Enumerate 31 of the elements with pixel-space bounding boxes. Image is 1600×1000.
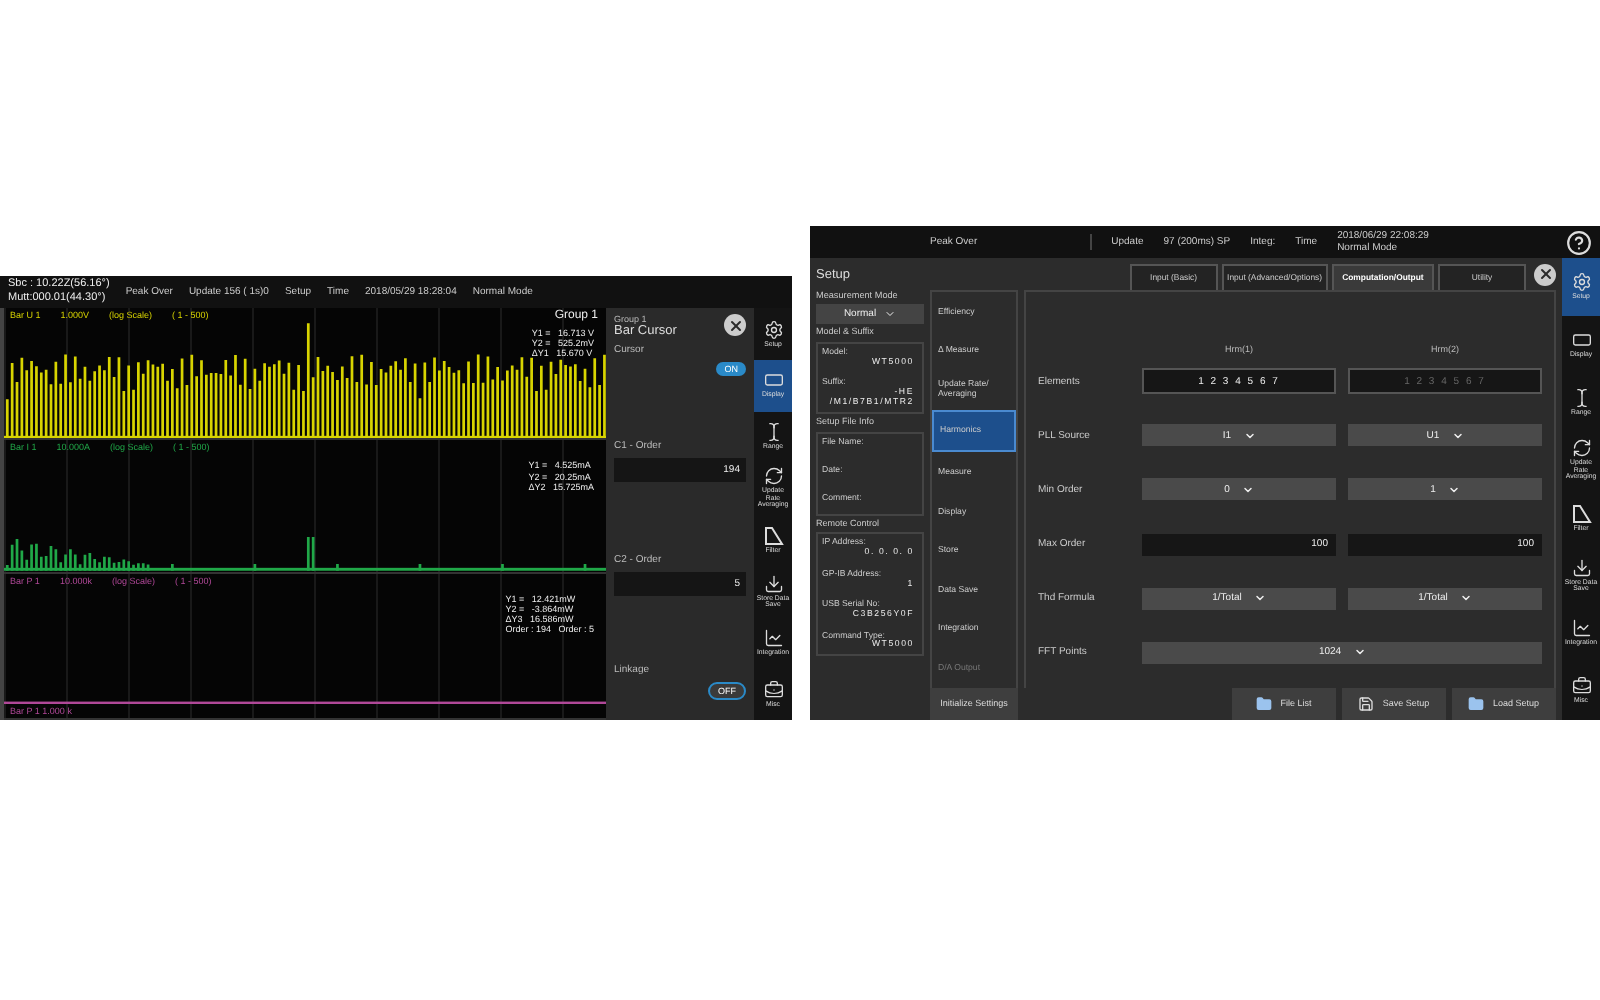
i-beam-icon — [763, 422, 783, 443]
toolbox-icon — [763, 679, 783, 700]
caret-icon — [1353, 646, 1366, 659]
caret-icon — [1459, 592, 1472, 605]
caret-icon — [1253, 592, 1266, 605]
gear-icon — [1571, 272, 1591, 293]
rectangle-icon — [1571, 330, 1591, 351]
i-beam-icon — [1571, 387, 1591, 408]
download-icon — [1571, 557, 1591, 578]
download-icon — [763, 573, 783, 594]
ramp-icon — [763, 525, 783, 546]
toolbox-icon — [1571, 676, 1591, 697]
gear-icon — [763, 319, 783, 340]
refresh-icon — [1571, 438, 1591, 459]
line-chart-icon — [763, 628, 783, 649]
rectangle-icon — [763, 370, 783, 391]
help-icon[interactable] — [1566, 229, 1592, 255]
folder-icon — [1468, 696, 1485, 712]
caret-icon — [1451, 429, 1464, 442]
ramp-icon — [1571, 503, 1591, 524]
refresh-icon — [763, 466, 783, 487]
caret-icon — [884, 308, 897, 321]
folder-icon — [1256, 696, 1273, 712]
close-icon — [727, 317, 743, 333]
caret-icon — [1241, 483, 1254, 496]
close-icon — [1537, 266, 1553, 282]
close-button[interactable] — [1534, 263, 1556, 285]
close-button[interactable] — [724, 314, 746, 336]
line-chart-icon — [1571, 618, 1591, 639]
caret-icon — [1243, 429, 1256, 442]
caret-icon — [1447, 483, 1460, 496]
